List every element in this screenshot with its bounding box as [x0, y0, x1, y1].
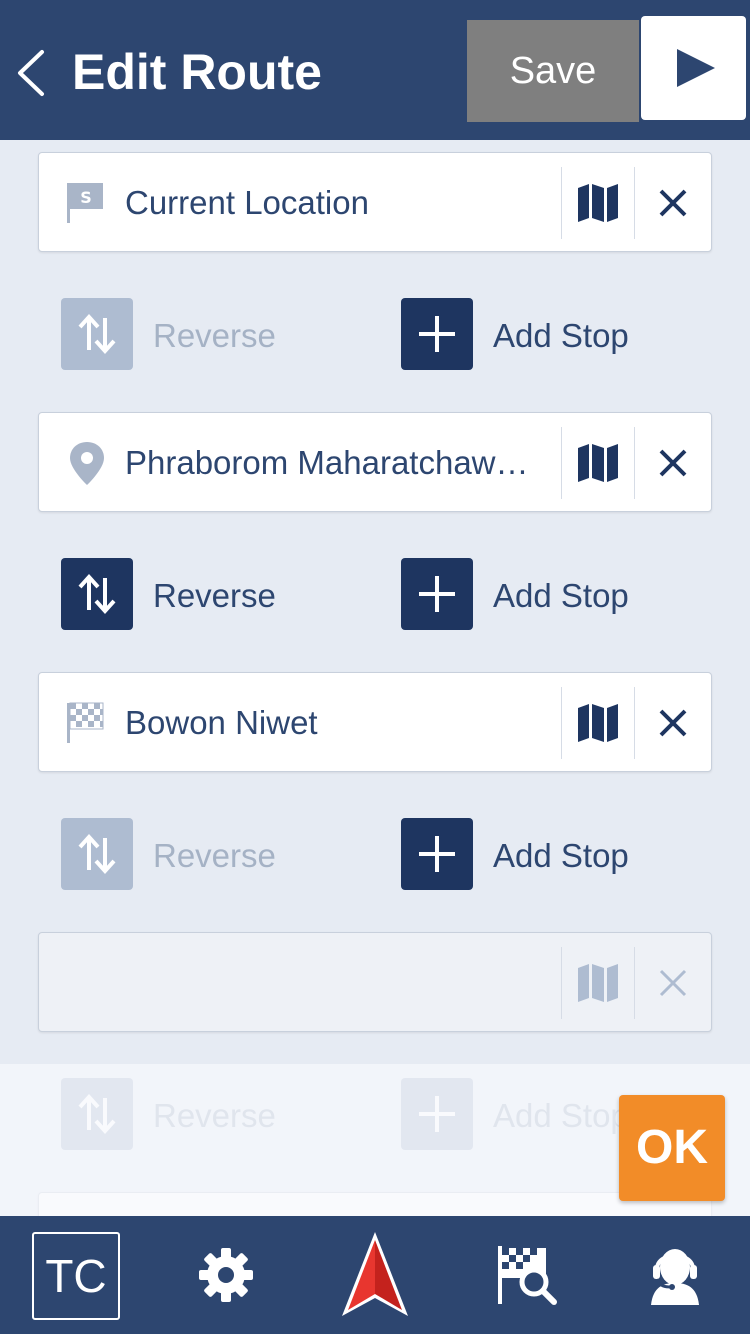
gear-icon [199, 1248, 253, 1302]
start-navigation-button[interactable] [641, 16, 746, 120]
save-button[interactable]: Save [467, 20, 639, 122]
location-pin-icon [70, 442, 104, 485]
reverse-label[interactable]: Reverse [153, 836, 276, 876]
route-search-tab[interactable] [472, 1216, 582, 1334]
add-stop-label[interactable]: Add Stop [493, 316, 629, 356]
reverse-label[interactable]: Reverse [153, 576, 276, 616]
reverse-label[interactable]: Reverse [153, 1096, 276, 1136]
add-stop-label[interactable]: Add Stop [493, 576, 629, 616]
reverse-button[interactable] [61, 558, 133, 630]
add-stop-label[interactable]: Add Stop [493, 1096, 629, 1136]
add-stop-button[interactable] [401, 1078, 473, 1150]
map-button[interactable] [562, 673, 634, 773]
map-button[interactable] [562, 933, 634, 1033]
start-flag-icon: S [67, 183, 103, 223]
add-stop-label[interactable]: Add Stop [493, 836, 629, 876]
plus-icon [419, 1096, 455, 1132]
plus-icon [419, 836, 455, 872]
close-icon [659, 449, 687, 477]
play-icon [677, 49, 715, 87]
settings-tab[interactable] [171, 1216, 281, 1334]
svg-text:S: S [80, 188, 92, 207]
stop-card-empty [38, 932, 712, 1032]
navigation-tab[interactable] [320, 1216, 430, 1334]
swap-vertical-icon [78, 1094, 116, 1134]
action-row: Reverse Add Stop [0, 298, 750, 370]
close-icon [659, 969, 687, 997]
add-stop-button[interactable] [401, 818, 473, 890]
finish-flag-icon [67, 702, 104, 743]
navigation-arrow-icon [342, 1232, 408, 1316]
swap-vertical-icon [78, 834, 116, 874]
action-row: Reverse Add Stop [0, 558, 750, 630]
stop-card-partial [38, 1192, 712, 1216]
map-icon [578, 964, 618, 1002]
remove-stop-button[interactable] [635, 153, 711, 253]
tc-button[interactable]: TC [32, 1232, 120, 1320]
back-button[interactable] [8, 38, 60, 108]
map-icon [578, 704, 618, 742]
plus-icon [419, 316, 455, 352]
stop-name-destination[interactable]: Bowon Niwet [125, 703, 545, 743]
route-editor: S Current Location Reverse Add Stop Phra… [0, 140, 750, 1216]
add-stop-button[interactable] [401, 298, 473, 370]
support-tab[interactable] [620, 1216, 730, 1334]
action-row: Reverse Add Stop [0, 818, 750, 890]
map-icon [578, 444, 618, 482]
map-icon [578, 184, 618, 222]
reverse-button[interactable] [61, 818, 133, 890]
stop-name-start[interactable]: Current Location [125, 183, 545, 223]
reverse-button[interactable] [61, 298, 133, 370]
close-icon [659, 189, 687, 217]
map-button[interactable] [562, 413, 634, 513]
page-title: Edit Route [72, 44, 322, 100]
stop-card-waypoint: Phraborom Maharatchawang [38, 412, 712, 512]
add-stop-button[interactable] [401, 558, 473, 630]
route-search-icon [498, 1246, 557, 1305]
support-agent-icon [651, 1249, 699, 1305]
plus-icon [419, 576, 455, 612]
header-bar: Edit Route Save [0, 0, 750, 140]
remove-stop-button[interactable] [635, 413, 711, 513]
map-button[interactable] [562, 153, 634, 253]
ok-button[interactable]: OK [619, 1095, 725, 1201]
swap-vertical-icon [78, 574, 116, 614]
remove-stop-button[interactable] [635, 673, 711, 773]
chevron-left-icon [18, 50, 44, 96]
stop-card-destination: Bowon Niwet [38, 672, 712, 772]
remove-stop-button[interactable] [635, 933, 711, 1033]
bottom-tab-bar: TC [0, 1216, 750, 1334]
reverse-label[interactable]: Reverse [153, 316, 276, 356]
stop-name-waypoint[interactable]: Phraborom Maharatchawang [125, 443, 545, 483]
reverse-button[interactable] [61, 1078, 133, 1150]
swap-vertical-icon [78, 314, 116, 354]
close-icon [659, 709, 687, 737]
stop-card-start: S Current Location [38, 152, 712, 252]
